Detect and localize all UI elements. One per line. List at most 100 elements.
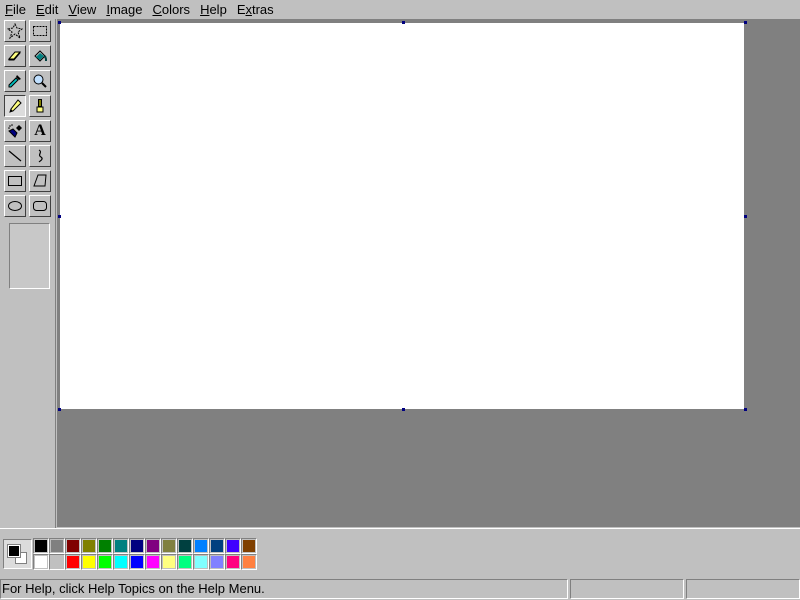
toolbox: A: [0, 19, 56, 528]
palette-swatch[interactable]: [241, 538, 257, 554]
resize-handle-bottom-center[interactable]: [402, 408, 405, 411]
palette-swatch[interactable]: [65, 554, 81, 570]
tool-ellipse[interactable]: [4, 195, 26, 217]
menu-extras[interactable]: Extras: [232, 0, 279, 19]
resize-handle-bottom-left: [58, 408, 61, 411]
palette-swatch-fill: [67, 540, 79, 552]
tool-pick-color[interactable]: [4, 70, 26, 92]
menu-label-rest: ile: [12, 2, 26, 17]
tool-polygon[interactable]: [29, 170, 51, 192]
palette-swatch[interactable]: [161, 554, 177, 570]
tool-options-box[interactable]: [9, 223, 50, 289]
curve-icon: [32, 148, 48, 164]
tool-airbrush[interactable]: [4, 120, 26, 142]
palette-swatch[interactable]: [241, 554, 257, 570]
status-help-text: For Help, click Help Topics on the Help …: [0, 579, 568, 599]
drawing-canvas[interactable]: [60, 23, 744, 409]
tool-fill-with-color[interactable]: [29, 45, 51, 67]
tool-select[interactable]: [29, 20, 51, 42]
palette-swatch[interactable]: [225, 538, 241, 554]
paint-bucket-icon: [32, 48, 48, 64]
tool-curve[interactable]: [29, 145, 51, 167]
palette-swatch[interactable]: [177, 538, 193, 554]
tool-brush[interactable]: [29, 95, 51, 117]
menu-label-rest: mage: [109, 2, 143, 17]
tool-pencil[interactable]: [4, 95, 26, 117]
menu-label-rest: dit: [44, 2, 59, 17]
palette-swatch[interactable]: [177, 554, 193, 570]
resize-handle-bottom-right[interactable]: [744, 408, 747, 411]
palette-swatch[interactable]: [145, 554, 161, 570]
palette-swatch-fill: [67, 556, 79, 568]
tool-text[interactable]: A: [29, 120, 51, 142]
palette-swatch[interactable]: [33, 554, 49, 570]
palette-swatch[interactable]: [193, 538, 209, 554]
menu-help[interactable]: Help: [195, 0, 232, 19]
menu-bar: File Edit View Image Colors Help Extras: [0, 0, 800, 19]
text-icon: A: [34, 122, 46, 139]
current-colors-indicator: [3, 539, 32, 569]
palette-swatch[interactable]: [209, 538, 225, 554]
eyedropper-icon: [7, 73, 23, 89]
menu-colors[interactable]: Colors: [147, 0, 195, 19]
palette-swatch[interactable]: [49, 554, 65, 570]
palette-swatch-fill: [243, 540, 255, 552]
palette-swatch-fill: [147, 556, 159, 568]
airbrush-icon: [7, 123, 23, 139]
palette-swatch[interactable]: [97, 554, 113, 570]
rectangle-icon: [7, 173, 23, 189]
palette-swatch[interactable]: [49, 538, 65, 554]
palette-swatch[interactable]: [225, 554, 241, 570]
resize-handle-top-left: [58, 21, 61, 24]
free-form-select-icon: [7, 23, 23, 39]
line-icon: [7, 148, 23, 164]
palette-swatch-fill: [211, 556, 223, 568]
tool-rounded-rectangle[interactable]: [29, 195, 51, 217]
paint-window: File Edit View Image Colors Help Extras A For …: [0, 0, 800, 600]
tool-rectangle[interactable]: [4, 170, 26, 192]
palette-swatch-fill: [147, 540, 159, 552]
tool-magnifier[interactable]: [29, 70, 51, 92]
pencil-icon: [7, 98, 23, 114]
brush-icon: [32, 98, 48, 114]
palette-swatch-fill: [131, 540, 143, 552]
tool-line[interactable]: [4, 145, 26, 167]
menu-file[interactable]: File: [0, 0, 31, 19]
menu-access-key: F: [5, 2, 13, 17]
palette-swatch[interactable]: [161, 538, 177, 554]
palette-swatch[interactable]: [97, 538, 113, 554]
palette-swatch[interactable]: [81, 554, 97, 570]
palette-swatch[interactable]: [145, 538, 161, 554]
status-cursor-position: [570, 579, 684, 599]
menu-label-rest: iew: [76, 2, 97, 17]
palette-swatch-fill: [179, 556, 191, 568]
palette-swatch[interactable]: [65, 538, 81, 554]
menu-access-key: C: [152, 2, 162, 17]
color-palette: [0, 528, 800, 576]
resize-handle-top-center: [402, 21, 405, 24]
palette-swatch[interactable]: [113, 554, 129, 570]
palette-swatch[interactable]: [129, 554, 145, 570]
eraser-icon: [7, 48, 23, 64]
palette-swatch[interactable]: [129, 538, 145, 554]
palette-swatch[interactable]: [193, 554, 209, 570]
status-bar: For Help, click Help Topics on the Help …: [0, 578, 800, 600]
tool-eraser[interactable]: [4, 45, 26, 67]
resize-handle-middle-left: [58, 215, 61, 218]
status-selection-size: [686, 579, 800, 599]
palette-swatch-fill: [227, 540, 239, 552]
palette-swatch[interactable]: [209, 554, 225, 570]
tool-free-form-select[interactable]: [4, 20, 26, 42]
menu-view[interactable]: View: [63, 0, 101, 19]
palette-swatch-fill: [35, 540, 47, 552]
palette-swatch-fill: [35, 556, 47, 568]
menu-edit[interactable]: Edit: [31, 0, 63, 19]
palette-swatch[interactable]: [81, 538, 97, 554]
menu-image[interactable]: Image: [101, 0, 147, 19]
palette-swatch[interactable]: [113, 538, 129, 554]
foreground-color-swatch: [7, 544, 21, 558]
menu-access-key: E: [35, 2, 45, 17]
palette-swatch[interactable]: [33, 538, 49, 554]
resize-handle-middle-right[interactable]: [744, 215, 747, 218]
palette-swatch-fill: [195, 540, 207, 552]
